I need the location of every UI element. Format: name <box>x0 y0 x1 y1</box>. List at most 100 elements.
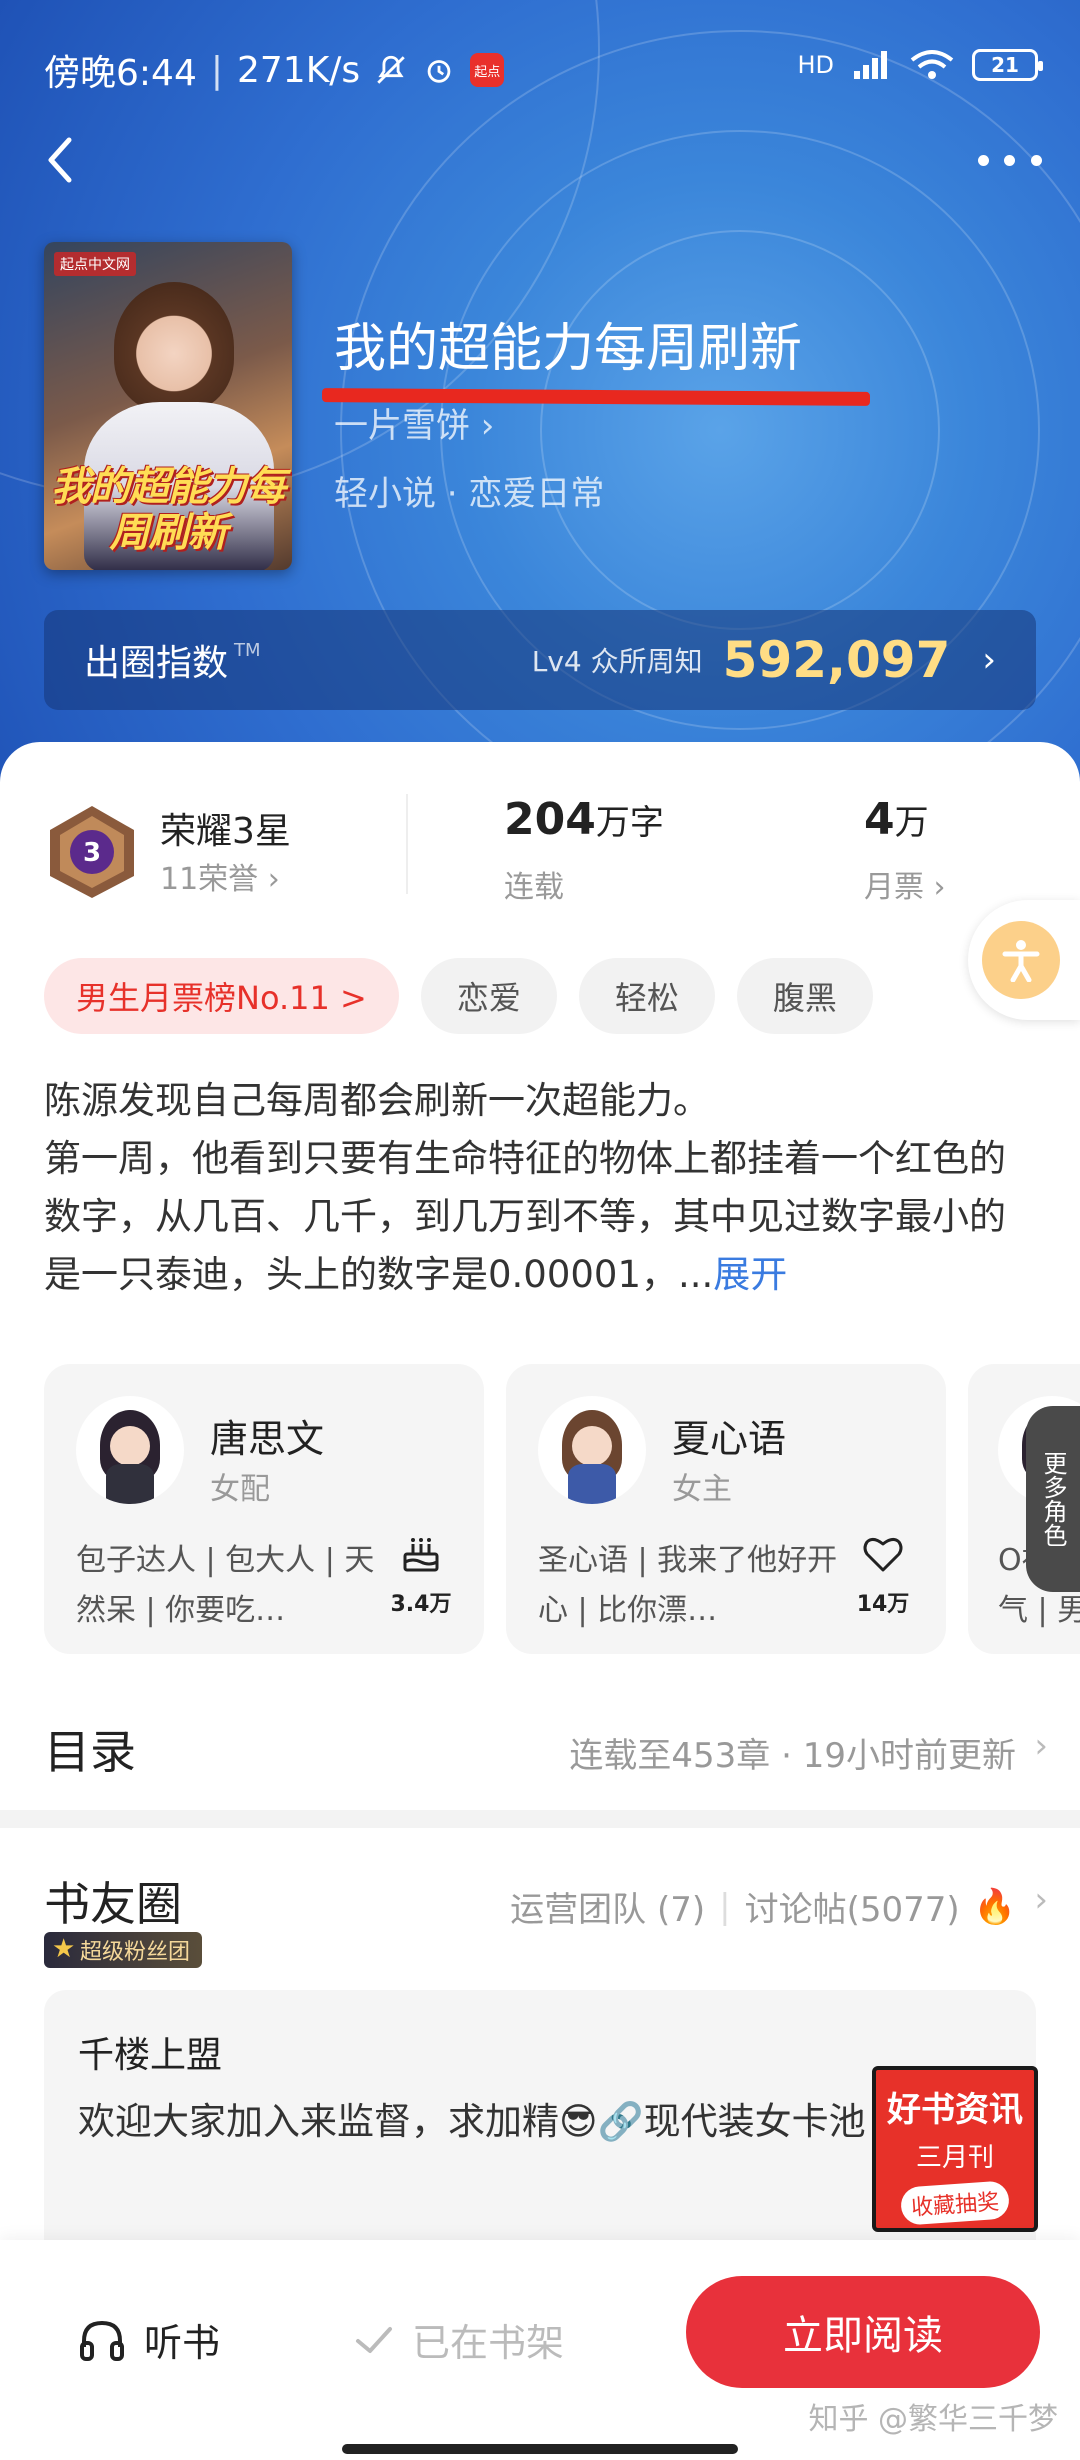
character-stat-count: 14万 <box>856 1592 910 1617</box>
book-hero-header: 傍晚6:44 | 271K/s 起点 HD 21 起点中文网 我的超能力每周刷新… <box>0 0 1080 800</box>
on-shelf-button[interactable]: 已在书架 <box>354 2312 564 2367</box>
app-notification-icon: 起点 <box>470 53 505 87</box>
author-link[interactable]: 一片雪饼 › <box>334 398 494 447</box>
network-speed: 271K/s <box>236 49 361 91</box>
svg-text:3: 3 <box>83 838 101 868</box>
super-fan-badge: 超级粉丝团 <box>44 1932 203 1968</box>
read-now-button[interactable]: 立即阅读 <box>686 2276 1040 2388</box>
ops-team-link[interactable]: 运营团队 (7) <box>510 1882 705 1931</box>
index-right: Lv4 众所周知 592,097 › <box>532 631 996 689</box>
popularity-index-bar[interactable]: 出圈指数 TM Lv4 众所周知 592,097 › <box>44 610 1036 710</box>
person-icon <box>1002 940 1040 982</box>
post-body: 欢迎大家加入来监督，求加精😎🔗现代装女卡池 <box>78 2100 866 2143</box>
back-button[interactable] <box>30 130 90 190</box>
toc-update-info: 连载至453章 · 19小时前更新 <box>569 1736 1016 1776</box>
cover-illustration <box>114 282 234 412</box>
tag-list: 男生月票榜No.11 > 恋爱 轻松 腹黑 <box>44 958 873 1034</box>
toc-title: 目录 <box>44 1725 136 1779</box>
book-title: 我的超能力每周刷新 <box>334 319 803 379</box>
status-left: 傍晚6:44 | 271K/s 起点 <box>44 44 505 96</box>
promo-banner[interactable]: 好书资讯 三月刊 收藏抽奖 <box>872 2066 1038 2232</box>
battery-icon: 21 <box>972 49 1043 81</box>
synopsis[interactable]: 陈源发现自己每周都会刷新一次超能力。 第一周，他看到只要有生命特征的物体上都挂着… <box>44 1072 1034 1304</box>
character-stat[interactable]: 14万 <box>848 1532 918 1618</box>
character-name: 夏心语 <box>672 1417 787 1461</box>
character-tags: 圣心语 | 我来了他好开心 | 比你漂… <box>538 1543 838 1628</box>
bottom-action-bar: 听书 已在书架 立即阅读 知乎 @繁华三千梦 <box>0 2240 1080 2460</box>
signal-icon <box>854 51 887 79</box>
monthly-votes-label[interactable]: 月票 › <box>864 862 946 906</box>
table-of-contents-row[interactable]: 目录 连载至453章 · 19小时前更新 › <box>0 1698 1080 1806</box>
listen-button[interactable]: 听书 <box>78 2312 220 2367</box>
accessibility-float-button[interactable] <box>968 900 1080 1020</box>
character-card[interactable]: 唐思文 女配 包子达人 | 包大人 | 天然呆 | 你要吃… 3.4万 <box>44 1364 484 1654</box>
monthly-votes[interactable]: 4万 <box>864 794 929 845</box>
dot-icon <box>977 154 989 166</box>
circle-title[interactable]: 书友圈 <box>44 1868 182 1934</box>
more-options-button[interactable] <box>970 140 1050 180</box>
dot-icon <box>1031 154 1043 166</box>
character-tags: 包子达人 | 包大人 | 天然呆 | 你要吃… <box>76 1543 375 1628</box>
status-right: HD 21 <box>797 48 1043 82</box>
index-value: 592,097 <box>722 631 951 689</box>
dot-icon <box>1004 154 1016 166</box>
character-avatar <box>76 1396 184 1504</box>
cake-icon <box>403 1538 439 1572</box>
headphones-icon <box>80 2320 124 2361</box>
trademark-mark: TM <box>234 640 261 661</box>
separator: | <box>719 1886 731 1927</box>
honor-name[interactable]: 荣耀3星 <box>160 802 291 854</box>
index-label: 出圈指数 <box>84 643 229 684</box>
honor-count[interactable]: 11荣誉 › <box>160 854 280 898</box>
character-role: 女配 <box>210 1472 270 1507</box>
mute-icon <box>377 55 405 84</box>
index-level: Lv4 众所周知 <box>531 645 703 678</box>
more-characters-button[interactable]: 更多角色 <box>1026 1406 1080 1592</box>
book-category: 轻小说 · 恋爱日常 <box>334 474 605 514</box>
circle-meta: 运营团队 (7) | 讨论帖(5077) 🔥 <box>510 1882 1016 1931</box>
book-details: 3 荣耀3星 11荣誉 › 204万字 连载 4万 月票 › 男生月票榜No.1… <box>0 742 1080 2460</box>
word-count: 204万字 <box>504 794 664 845</box>
character-name: 唐思文 <box>210 1417 325 1461</box>
rank-tag[interactable]: 男生月票榜No.11 > <box>44 958 399 1034</box>
listen-label: 听书 <box>144 2321 221 2365</box>
character-avatar <box>538 1396 646 1504</box>
character-card[interactable]: 夏心语 女主 圣心语 | 我来了他好开心 | 比你漂… 14万 <box>506 1364 946 1654</box>
status-bar: 傍晚6:44 | 271K/s 起点 HD 21 <box>0 0 1080 130</box>
clock: 傍晚6:44 <box>44 53 197 94</box>
decor-ring <box>540 230 940 630</box>
serial-status: 连载 <box>504 870 564 905</box>
honor-badge-icon[interactable]: 3 <box>46 804 138 900</box>
section-divider <box>0 1810 1080 1828</box>
heart-icon <box>863 1537 903 1572</box>
fire-icon: 🔥 <box>973 1886 1016 1927</box>
stats-row: 3 荣耀3星 11荣誉 › 204万字 连载 4万 月票 › <box>0 742 1080 905</box>
promo-stamp: 收藏抽奖 <box>899 2180 1011 2226</box>
promo-subtitle: 三月刊 <box>915 2143 994 2173</box>
on-shelf-label: 已在书架 <box>412 2321 565 2365</box>
home-indicator[interactable] <box>342 2444 738 2454</box>
synopsis-text: 陈源发现自己每周都会刷新一次超能力。 第一周，他看到只要有生命特征的物体上都挂着… <box>44 1079 1006 1296</box>
discussions-link[interactable]: 讨论帖(5077) <box>745 1882 960 1931</box>
chevron-right-icon: › <box>1034 1726 1048 1766</box>
book-cover[interactable]: 起点中文网 我的超能力每周刷新 <box>44 242 292 570</box>
character-stat-count: 3.4万 <box>390 1592 452 1617</box>
promo-title: 好书资讯 <box>887 2090 1023 2130</box>
post-title: 千楼上盟 <box>78 2035 223 2076</box>
character-stat[interactable]: 3.4万 <box>386 1532 456 1618</box>
tag-item[interactable]: 腹黑 <box>736 958 873 1034</box>
character-role: 女主 <box>672 1472 732 1507</box>
wifi-icon <box>910 50 954 79</box>
character-list: 唐思文 女配 包子达人 | 包大人 | 天然呆 | 你要吃… 3.4万 夏心语 … <box>44 1364 1080 1654</box>
tag-item[interactable]: 轻松 <box>578 958 715 1034</box>
cover-title: 我的超能力每周刷新 <box>51 464 286 556</box>
tag-item[interactable]: 恋爱 <box>420 958 557 1034</box>
alarm-icon <box>427 60 451 83</box>
chevron-right-icon[interactable]: › <box>1034 1880 1048 1920</box>
chevron-right-icon: › <box>982 640 996 680</box>
cover-brand: 起点中文网 <box>54 252 136 276</box>
check-icon <box>356 2326 392 2353</box>
divider <box>406 794 408 894</box>
hd-indicator: HD <box>797 51 834 79</box>
expand-link[interactable]: 展开 <box>713 1253 787 1296</box>
